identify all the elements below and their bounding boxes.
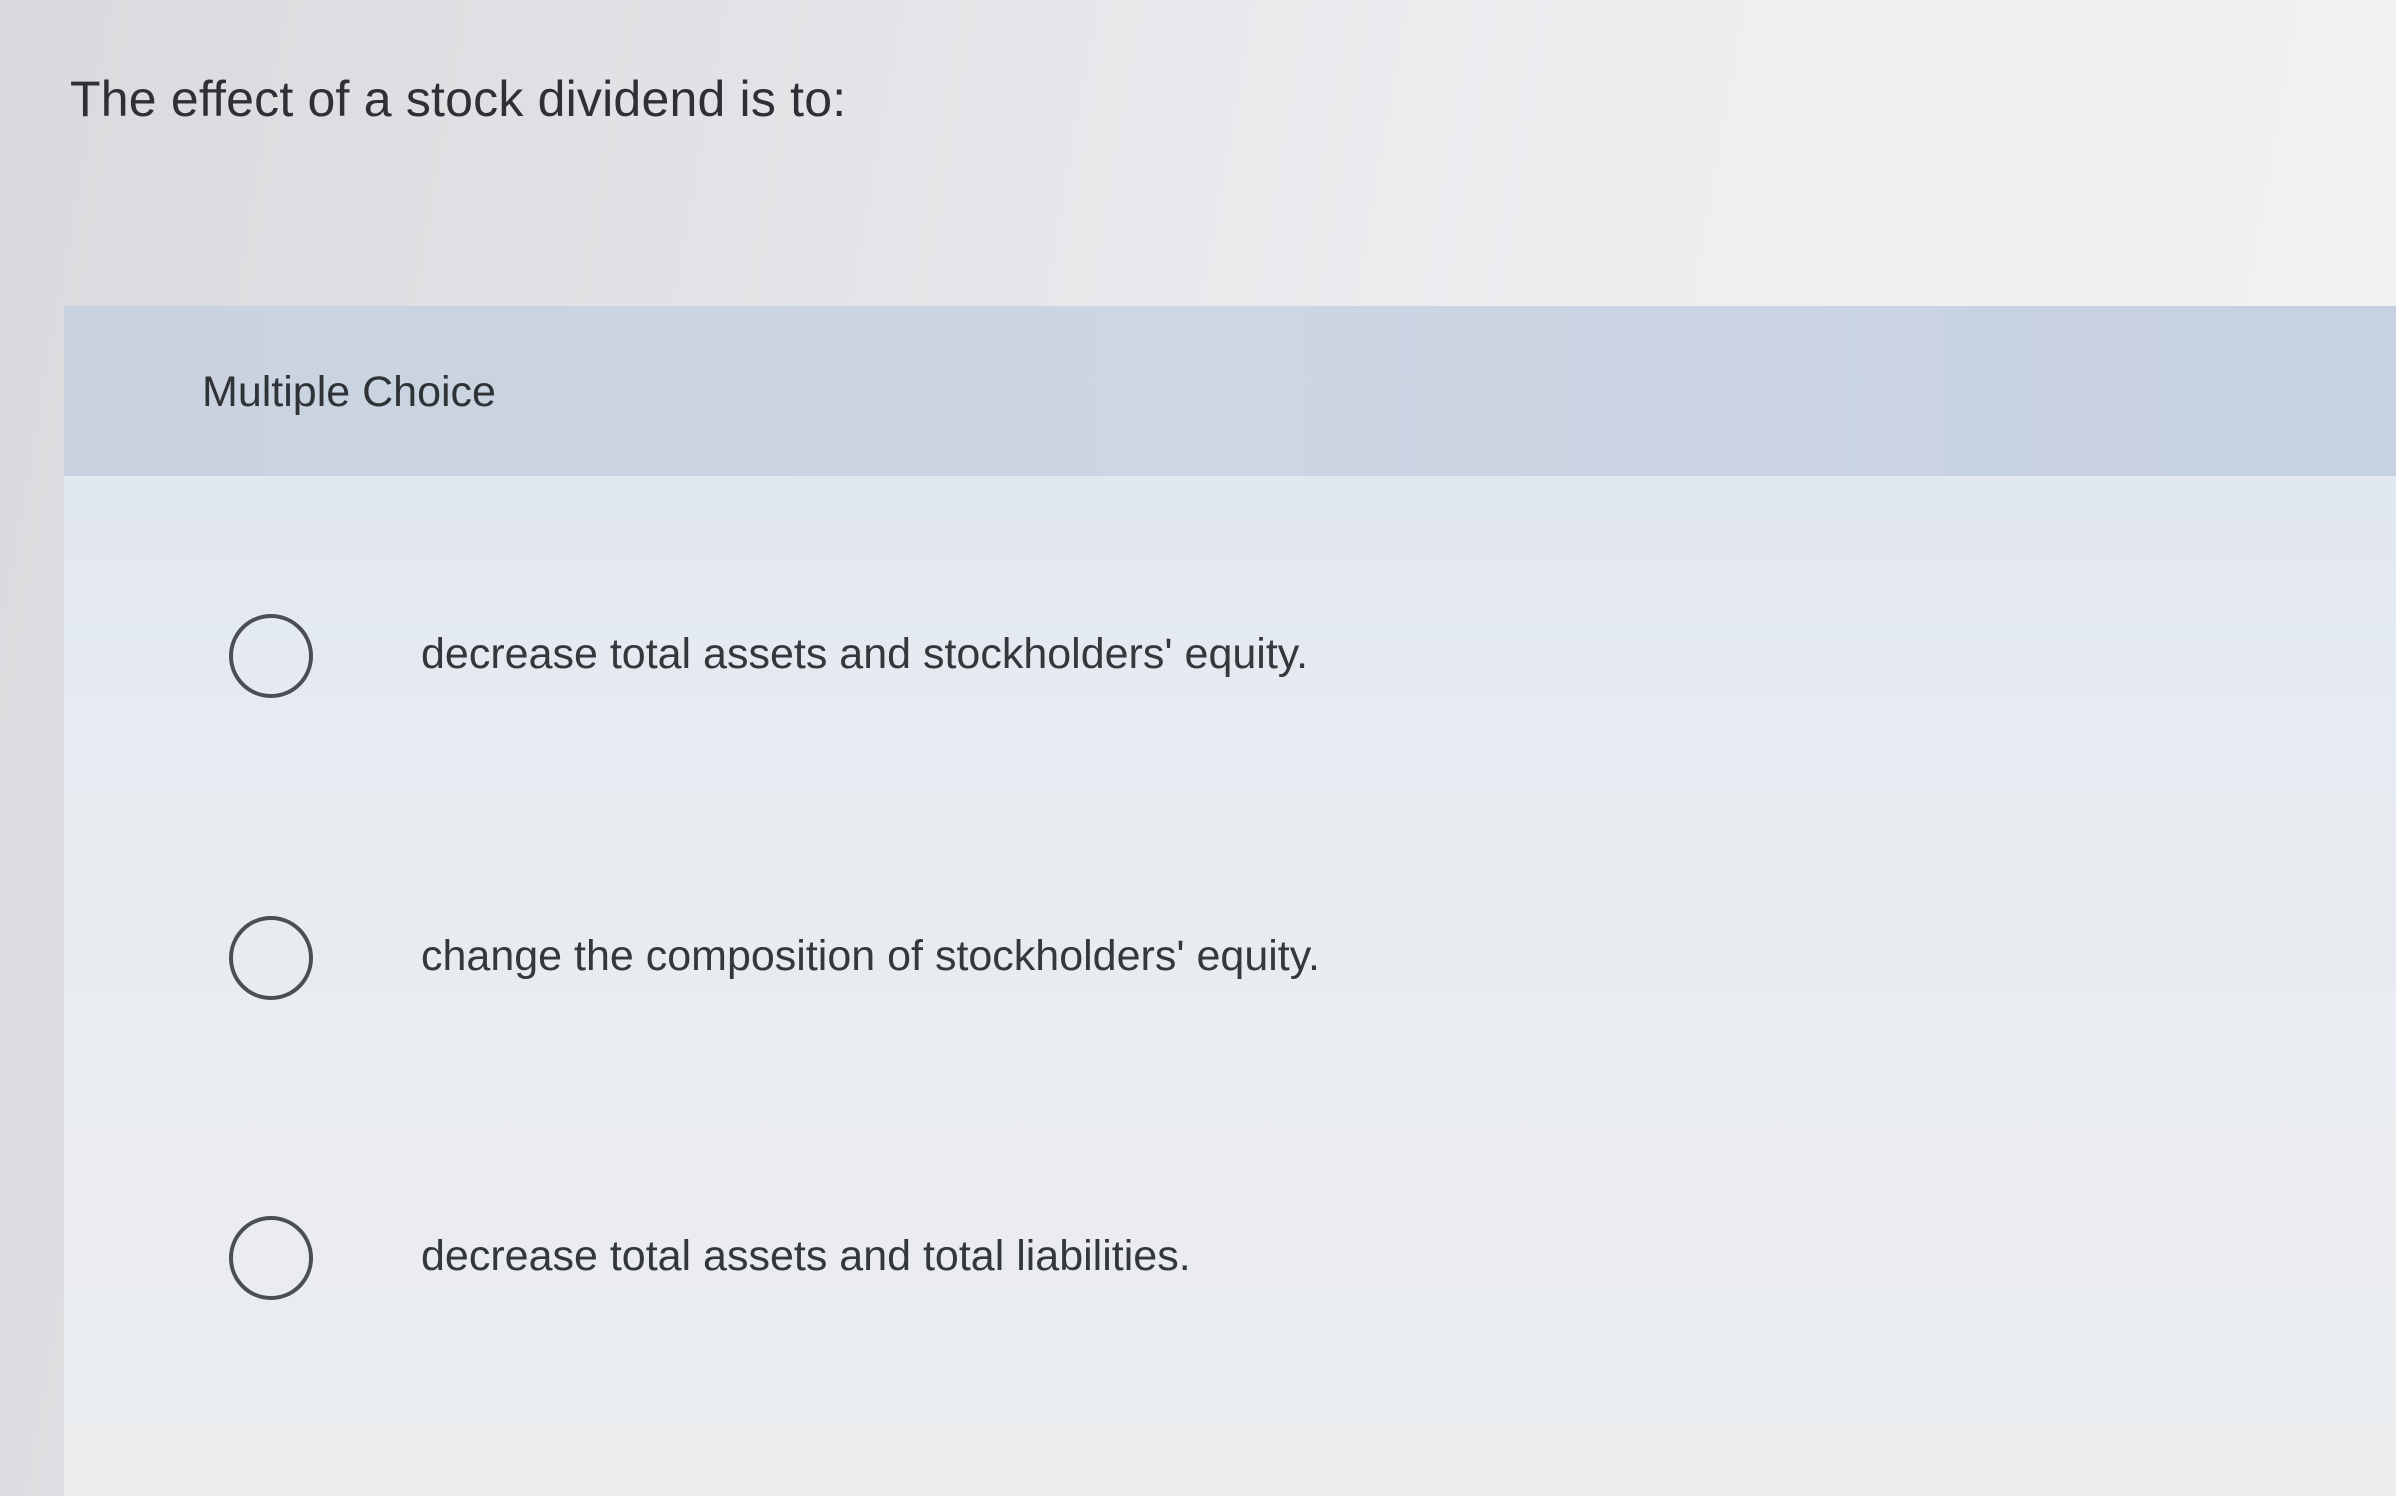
question-type-label: Multiple Choice [202, 368, 496, 416]
answer-option-text: change the composition of stockholders' … [421, 932, 1320, 980]
answer-option-text: decrease total assets and stockholders' … [421, 630, 1309, 678]
panel-header: Multiple Choice [64, 306, 2396, 476]
question-text: The effect of a stock dividend is to: [70, 71, 847, 127]
radio-button-icon[interactable] [229, 1216, 313, 1300]
answer-option-1[interactable]: decrease total assets and stockholders' … [64, 584, 1564, 734]
answer-option-2[interactable]: change the composition of stockholders' … [64, 886, 1564, 1036]
radio-button-icon[interactable] [229, 614, 313, 698]
multiple-choice-panel: Multiple Choice decrease total assets an… [64, 306, 2396, 1496]
radio-button-icon[interactable] [229, 916, 313, 1000]
answer-option-3[interactable]: decrease total assets and total liabilit… [64, 1186, 1564, 1336]
answer-option-text: decrease total assets and total liabilit… [421, 1232, 1191, 1280]
